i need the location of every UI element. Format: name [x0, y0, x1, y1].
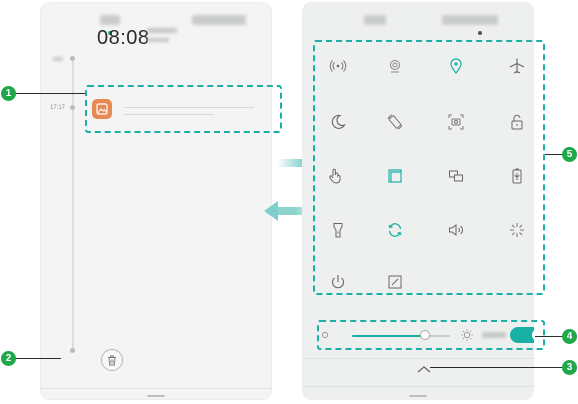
brightness-row-highlight: [317, 320, 545, 350]
date-text-blurred: [147, 28, 177, 33]
callout-leader-line: [14, 358, 61, 359]
tab-shortcuts[interactable]: [192, 15, 246, 25]
timeline-dot: [70, 348, 75, 353]
notification-panel: 08:08 17:17: [40, 2, 272, 400]
trash-icon: [108, 355, 116, 365]
panel-divider: [302, 358, 534, 359]
nav-divider: [302, 386, 534, 387]
tab-notifications[interactable]: [364, 15, 386, 25]
timeline-dot: [70, 105, 75, 110]
notification-card-highlight: [85, 85, 282, 133]
home-indicator[interactable]: [409, 395, 427, 397]
clock-time: 08:08: [97, 27, 150, 49]
callout-leader-line: [14, 93, 85, 94]
weekday-text-blurred: [147, 38, 169, 42]
callout-leader-line: [535, 336, 562, 337]
clear-all-button[interactable]: [101, 349, 123, 371]
nav-divider: [40, 388, 272, 389]
date-label-blurred: [53, 57, 63, 61]
active-tab-indicator: [478, 31, 482, 35]
tab-shortcuts[interactable]: [442, 15, 498, 25]
tab-notifications[interactable]: [100, 15, 120, 25]
callout-3: 3: [562, 360, 577, 375]
callout-4: 4: [562, 329, 577, 344]
chevron-up-icon[interactable]: [416, 364, 432, 374]
entry-time: 17:17: [50, 105, 66, 111]
callout-1: 1: [1, 86, 16, 101]
timeline-line: [72, 58, 74, 350]
shortcut-switches-highlight: [313, 40, 545, 295]
callout-5: 5: [562, 147, 577, 162]
callout-2: 2: [1, 351, 16, 366]
home-indicator[interactable]: [147, 395, 165, 397]
callout-leader-line: [545, 154, 562, 155]
timeline-dot: [70, 56, 75, 61]
callout-leader-line: [430, 367, 562, 368]
